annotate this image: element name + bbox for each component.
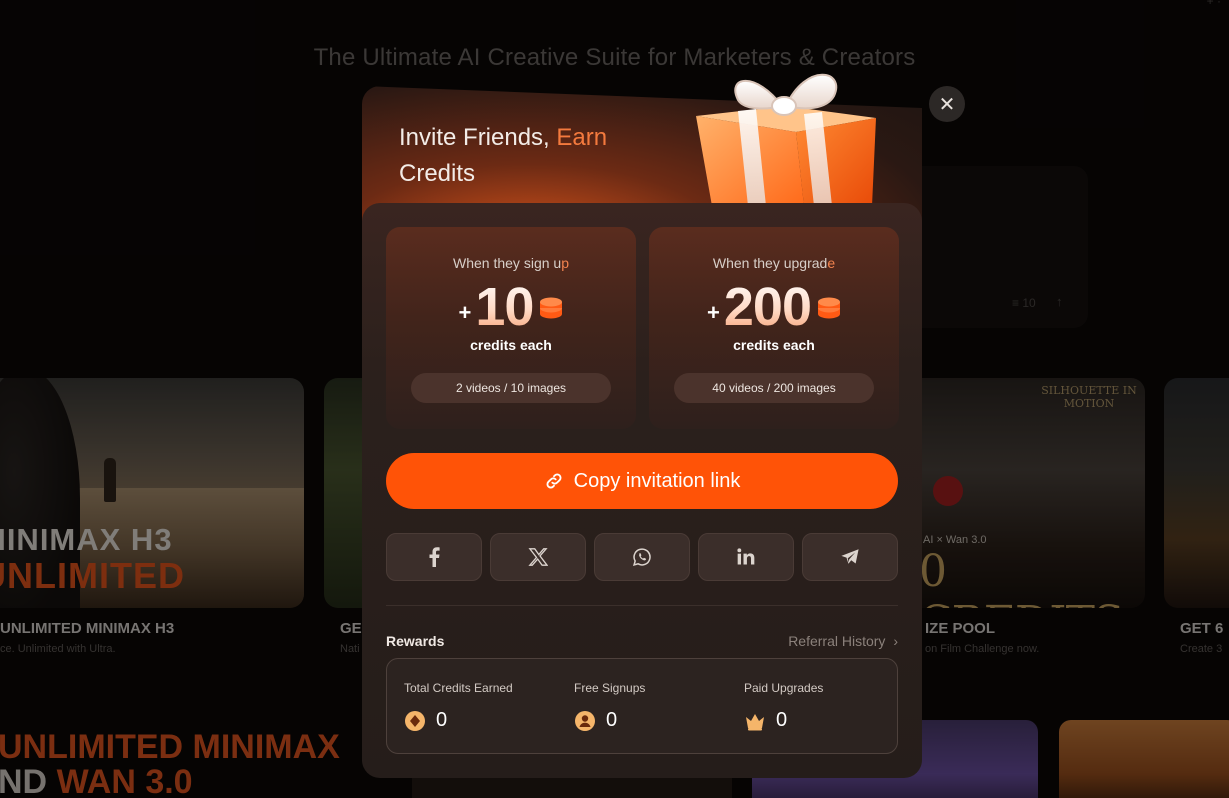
title-part2: Credits xyxy=(399,160,476,187)
signup-credits-each: credits each xyxy=(470,337,552,353)
telegram-icon xyxy=(841,549,859,564)
stat-label: Free Signups xyxy=(574,681,646,695)
stat-total-credits: Total Credits Earned 0 xyxy=(387,659,557,753)
stat-value: 0 xyxy=(606,709,618,731)
signup-condition: When they sign up xyxy=(453,255,569,271)
linkedin-icon xyxy=(737,548,755,565)
stat-value: 0 xyxy=(436,709,448,731)
signup-credit-amount: 10 xyxy=(475,277,534,337)
title-part1: Invite Friends, xyxy=(399,124,557,151)
rewards-stats: Total Credits Earned 0 Free Signups 0 Pa… xyxy=(386,658,898,754)
referral-history-label: Referral History xyxy=(788,633,886,649)
stat-value: 0 xyxy=(776,709,788,731)
share-buttons-row xyxy=(386,533,898,581)
upgrade-credits-each: credits each xyxy=(733,337,815,353)
user-icon xyxy=(575,710,595,731)
invite-modal: Invite Friends, Earn Credits When they s… xyxy=(362,73,922,778)
rewards-heading: Rewards xyxy=(386,633,445,649)
modal-title: Invite Friends, Earn Credits xyxy=(399,120,659,192)
signup-reward-card: When they sign up + 10 credits each 2 vi… xyxy=(386,227,636,429)
stat-free-signups: Free Signups 0 xyxy=(557,659,727,753)
upgrade-condition: When they upgrade xyxy=(712,255,836,271)
copy-invitation-link-button[interactable]: Copy invitation link xyxy=(386,453,898,509)
title-accent: Earn xyxy=(556,124,608,151)
link-icon xyxy=(546,473,562,489)
share-x-button[interactable] xyxy=(490,533,586,581)
credit-coin-icon xyxy=(405,710,425,731)
upgrade-credit-amount: 200 xyxy=(723,277,812,337)
upgrade-reward-card: When they upgrade + 200 credits each 40 … xyxy=(649,227,899,429)
stat-paid-upgrades: Paid Upgrades 0 xyxy=(727,659,897,753)
share-telegram-button[interactable] xyxy=(802,533,898,581)
modal-body: When they sign up + 10 credits each 2 vi… xyxy=(362,203,922,778)
facebook-icon xyxy=(429,547,440,567)
chevron-right-icon: › xyxy=(893,633,898,649)
gift-box-icon xyxy=(696,73,876,206)
stat-label: Paid Upgrades xyxy=(744,681,824,695)
referral-history-link[interactable]: Referral History › xyxy=(788,633,898,649)
coin-stack-icon xyxy=(817,297,840,319)
divider xyxy=(386,605,898,606)
copy-button-label: Copy invitation link xyxy=(573,469,741,492)
coin-stack-icon xyxy=(540,297,563,319)
share-facebook-button[interactable] xyxy=(386,533,482,581)
whatsapp-icon xyxy=(633,548,651,566)
upgrade-equivalent-pill: 40 videos / 200 images xyxy=(674,373,874,403)
signup-equivalent-pill: 2 videos / 10 images xyxy=(411,373,611,403)
plus-sign: + xyxy=(707,300,720,325)
stat-label: Total Credits Earned xyxy=(404,681,513,695)
x-icon xyxy=(528,548,548,566)
close-button[interactable]: ✕ xyxy=(929,86,965,122)
plus-sign: + xyxy=(458,300,472,325)
crown-icon xyxy=(746,713,764,730)
share-linkedin-button[interactable] xyxy=(698,533,794,581)
close-icon: ✕ xyxy=(938,93,956,116)
share-whatsapp-button[interactable] xyxy=(594,533,690,581)
